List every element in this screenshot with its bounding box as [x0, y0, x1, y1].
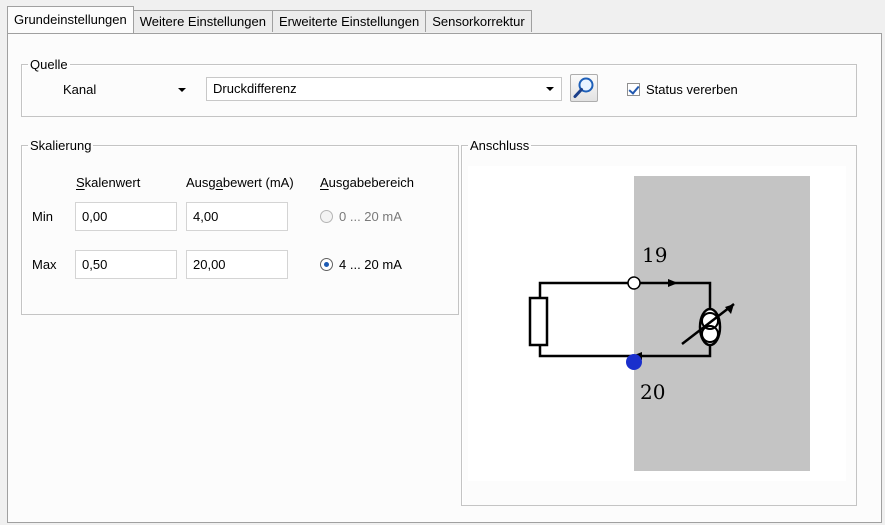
tab-grundeinstellungen[interactable]: Grundeinstellungen [7, 6, 134, 33]
range-0-20-radio[interactable]: 0 ... 20 mA [320, 209, 402, 224]
max-skalenwert-input[interactable] [75, 250, 177, 279]
row-label-min: Min [32, 209, 53, 224]
connection-diagram: 19 20 [468, 166, 846, 481]
max-ausgabewert-input[interactable] [186, 250, 288, 279]
inherit-status-label: Status vererben [646, 82, 738, 97]
range-4-20-radio[interactable]: 4 ... 20 mA [320, 257, 402, 272]
chevron-down-icon [175, 79, 189, 101]
checkbox-box [627, 83, 640, 96]
channel-dropdown[interactable]: Druckdifferenz [206, 77, 562, 101]
skalierung-legend: Skalierung [30, 138, 92, 153]
source-type-dropdown[interactable]: Kanal [56, 78, 194, 102]
range-0-20-label: 0 ... 20 mA [339, 209, 402, 224]
min-skalenwert-input[interactable] [75, 202, 177, 231]
header-ausgabebereich: Ausgabebereich [320, 175, 414, 190]
quelle-legend: Quelle [30, 57, 68, 72]
min-ausgabewert-input[interactable] [186, 202, 288, 231]
terminal-20-label: 20 [640, 380, 665, 404]
load-resistor-icon [528, 296, 549, 347]
terminal-19-icon [627, 276, 641, 290]
radio-dot [320, 258, 333, 271]
anschluss-legend: Anschluss [470, 138, 530, 153]
search-channel-button[interactable] [570, 74, 598, 102]
tab-erweiterte-einstellungen[interactable]: Erweiterte Einstellungen [271, 10, 427, 32]
chevron-down-icon [543, 78, 557, 100]
radio-dot [320, 210, 333, 223]
device-panel [634, 176, 810, 471]
inherit-status-checkbox[interactable]: Status vererben [627, 82, 738, 97]
magnifier-icon [573, 77, 594, 98]
channel-value: Druckdifferenz [213, 81, 297, 96]
tab-bar: Grundeinstellungen Weitere Einstellungen… [7, 6, 532, 34]
tab-sensorkorrektur[interactable]: Sensorkorrektur [425, 10, 532, 32]
terminal-19-label: 19 [642, 243, 667, 267]
row-label-max: Max [32, 257, 57, 272]
header-ausgabewert: Ausgabewert (mA) [186, 175, 294, 190]
source-type-value: Kanal [63, 82, 97, 97]
header-skalenwert: Skalenwert [76, 175, 141, 190]
range-4-20-label: 4 ... 20 mA [339, 257, 402, 272]
terminal-20-icon [626, 354, 642, 370]
tab-weitere-einstellungen[interactable]: Weitere Einstellungen [132, 10, 273, 32]
